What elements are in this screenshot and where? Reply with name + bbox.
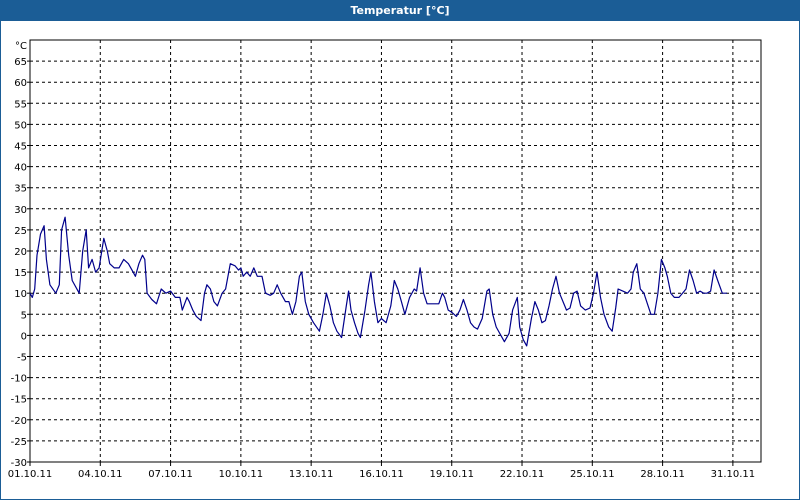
y-tick-label: 55 [14, 99, 27, 110]
y-tick-label: -5 [17, 353, 27, 364]
x-tick-label: 31.10.11 [711, 469, 756, 480]
y-axis-unit-label: °C [15, 41, 27, 52]
y-axis: 65605550454035302520151050-5-10-15-20-25… [11, 57, 30, 469]
x-tick-label: 13.10.11 [289, 469, 334, 480]
grid [30, 40, 761, 462]
x-tick-label: 25.10.11 [570, 469, 615, 480]
y-tick-label: 10 [14, 289, 27, 300]
y-tick-label: 45 [14, 142, 27, 153]
x-tick-label: 07.10.11 [148, 469, 193, 480]
x-tick-label: 10.10.11 [219, 469, 264, 480]
y-tick-label: 60 [14, 78, 27, 89]
temperature-chart: 65605550454035302520151050-5-10-15-20-25… [8, 39, 762, 480]
y-tick-label: 65 [14, 57, 27, 68]
y-tick-label: -25 [11, 437, 27, 448]
y-tick-label: 5 [21, 310, 27, 321]
x-tick-label: 04.10.11 [78, 469, 123, 480]
x-tick-label: 28.10.11 [640, 469, 685, 480]
y-tick-label: -30 [11, 458, 27, 469]
y-tick-label: -15 [11, 395, 27, 406]
y-tick-label: 25 [14, 226, 27, 237]
y-tick-label: 15 [14, 268, 27, 279]
y-tick-label: 20 [14, 247, 27, 258]
y-tick-label: 0 [21, 331, 27, 342]
x-tick-label: 22.10.11 [500, 469, 545, 480]
series [29, 216, 727, 347]
x-tick-label: 01.10.11 [8, 469, 53, 480]
y-tick-label: -20 [11, 416, 27, 427]
temperature-series-line [29, 216, 727, 347]
x-tick-label: 19.10.11 [429, 469, 474, 480]
y-tick-label: 35 [14, 184, 27, 195]
y-tick-label: 40 [14, 163, 27, 174]
x-tick-label: 16.10.11 [359, 469, 404, 480]
y-tick-label: -10 [11, 374, 27, 385]
x-axis: 01.10.11 04.10.11 07.10.11 10.10.11 13.10.11… [8, 462, 755, 480]
y-tick-label: 50 [14, 120, 27, 131]
y-tick-label: 30 [14, 205, 27, 216]
